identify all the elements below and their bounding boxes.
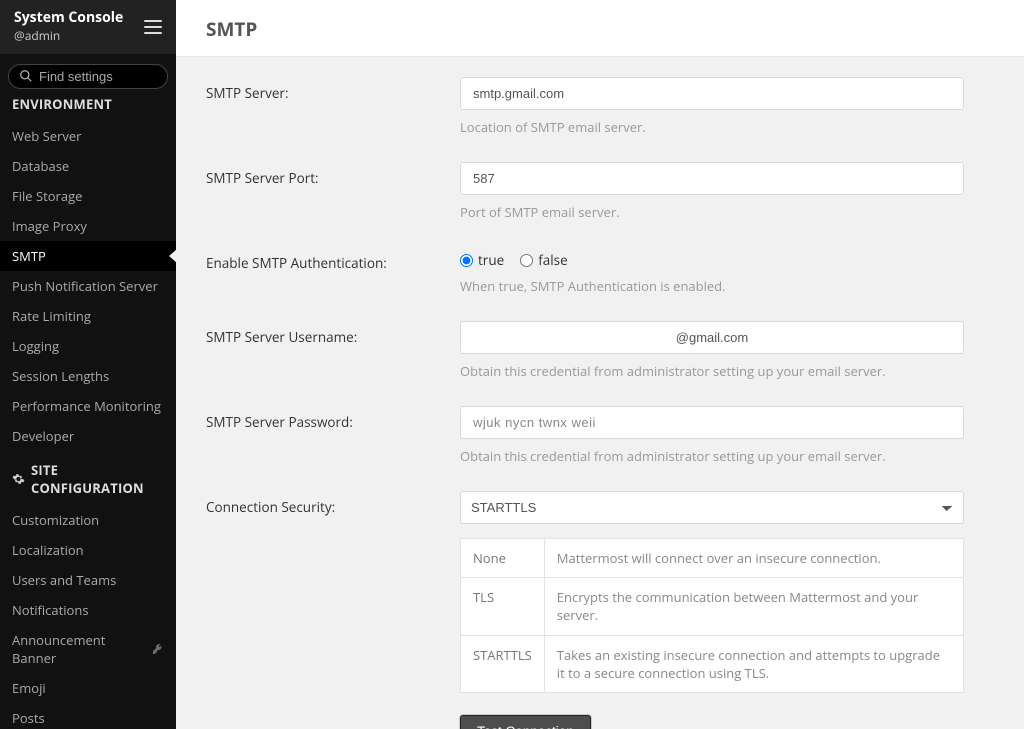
sidebar-header: System Console @admin [0,0,176,54]
security-name: None [461,539,545,578]
smtp-server-input[interactable] [460,77,964,110]
sidebar-item-label: Rate Limiting [12,307,91,325]
smtp-server-label: SMTP Server: [200,77,460,136]
security-desc: Encrypts the communication between Matte… [544,578,963,635]
console-title: System Console [14,10,123,27]
smtp-password-label: SMTP Server Password: [200,406,460,465]
sidebar-item-developer[interactable]: Developer [0,421,176,451]
sidebar-item-smtp[interactable]: SMTP [0,241,176,271]
sidebar-item-label: Users and Teams [12,571,116,589]
security-desc: Mattermost will connect over an insecure… [544,539,963,578]
sidebar-item-logging[interactable]: Logging [0,331,176,361]
security-row: NoneMattermost will connect over an inse… [461,539,964,578]
sidebar-nav: ENVIRONMENT Web Server Database File Storag… [0,95,176,729]
sidebar-item-label: Announcement Banner [12,631,152,667]
smtp-port-help: Port of SMTP email server. [460,203,964,221]
sidebar-item-push-notification-server[interactable]: Push Notification Server [0,271,176,301]
smtp-auth-false-radio[interactable] [520,254,533,267]
smtp-port-label: SMTP Server Port: [200,162,460,221]
security-desc: Takes an existing insecure connection an… [544,635,963,692]
sidebar-item-label: Web Server [12,127,81,145]
sidebar-item-localization[interactable]: Localization [0,535,176,565]
nav-group-env: ENVIRONMENT [0,95,176,121]
security-row: STARTTLSTakes an existing insecure conne… [461,635,964,692]
connection-security-select[interactable]: NoneTLSSTARTTLS [460,491,964,524]
main-panel: SMTP SMTP Server: Location of SMTP email… [176,0,1024,729]
sidebar-item-performance-monitoring[interactable]: Performance Monitoring [0,391,176,421]
smtp-auth-false[interactable]: false [520,251,567,269]
nav-group-site: SITE CONFIGURATION [0,451,176,505]
hamburger-icon[interactable] [144,20,162,34]
sidebar-item-label: Customization [12,511,99,529]
sidebar-item-session-lengths[interactable]: Session Lengths [0,361,176,391]
sidebar-item-label: SMTP [12,247,46,265]
sidebar-item-image-proxy[interactable]: Image Proxy [0,211,176,241]
sidebar-item-database[interactable]: Database [0,151,176,181]
smtp-server-help: Location of SMTP email server. [460,118,964,136]
search-box[interactable] [8,64,168,89]
gear-icon [12,472,25,486]
search-icon [19,69,33,83]
sidebar-item-users-and-teams[interactable]: Users and Teams [0,565,176,595]
security-name: STARTTLS [461,635,545,692]
smtp-port-input[interactable] [460,162,964,195]
connection-security-label: Connection Security: [200,491,460,729]
sidebar-item-label: Localization [12,541,84,559]
sidebar-item-label: Performance Monitoring [12,397,161,415]
sidebar-item-notifications[interactable]: Notifications [0,595,176,625]
sidebar-item-label: Notifications [12,601,89,619]
smtp-user-label: SMTP Server Username: [200,321,460,380]
sidebar-item-label: Developer [12,427,74,445]
console-handle: @admin [14,27,123,44]
sidebar-item-label: Session Lengths [12,367,109,385]
search-input[interactable] [39,69,157,84]
smtp-auth-label: Enable SMTP Authentication: [200,247,460,295]
page-title: SMTP [176,0,1024,57]
test-connection-button[interactable]: Test Connection [460,715,591,729]
sidebar-item-emoji[interactable]: Emoji [0,673,176,703]
smtp-password-input[interactable] [460,406,964,439]
sidebar-item-rate-limiting[interactable]: Rate Limiting [0,301,176,331]
security-name: TLS [461,578,545,635]
sidebar-item-announcement-banner[interactable]: Announcement Banner [0,625,176,673]
sidebar-item-label: Logging [12,337,59,355]
sidebar-item-label: Emoji [12,679,46,697]
sidebar-item-file-storage[interactable]: File Storage [0,181,176,211]
sidebar-item-posts[interactable]: Posts [0,703,176,729]
smtp-user-input[interactable] [460,321,964,354]
smtp-auth-help: When true, SMTP Authentication is enable… [460,277,964,295]
sidebar: System Console @admin ENVIRONMENT Web Ser… [0,0,176,729]
security-row: TLSEncrypts the communication between Ma… [461,578,964,635]
connection-security-table: NoneMattermost will connect over an inse… [460,538,964,693]
sidebar-item-web-server[interactable]: Web Server [0,121,176,151]
smtp-password-help: Obtain this credential from administrato… [460,447,964,465]
sidebar-item-customization[interactable]: Customization [0,505,176,535]
key-icon [152,643,164,655]
sidebar-item-label: File Storage [12,187,82,205]
sidebar-item-label: Posts [12,709,45,727]
smtp-user-help: Obtain this credential from administrato… [460,362,964,380]
smtp-auth-true-radio[interactable] [460,254,473,267]
sidebar-item-label: Database [12,157,69,175]
sidebar-item-label: Push Notification Server [12,277,158,295]
sidebar-item-label: Image Proxy [12,217,87,235]
smtp-auth-true[interactable]: true [460,251,504,269]
